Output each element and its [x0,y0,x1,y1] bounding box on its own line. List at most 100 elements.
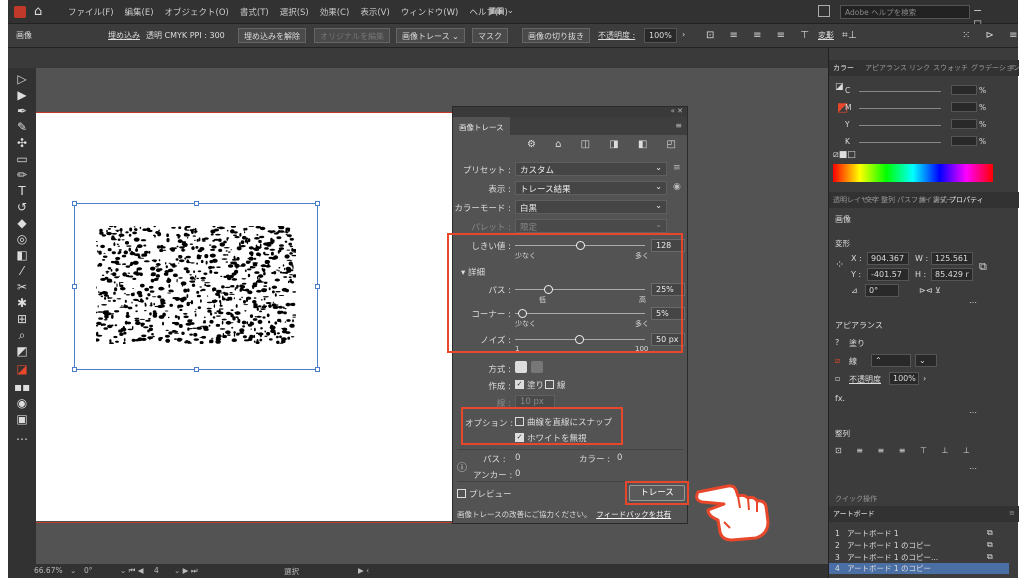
y-input[interactable] [951,119,977,129]
align-icons[interactable]: ⊡ ≡ ≡ ≡ ⊤ ⊥ ⊥ [706,30,863,41]
tab-character[interactable]: 文字 [865,195,879,205]
menu-effect[interactable]: 効果(C) [320,6,350,18]
anchor-tool-icon[interactable]: ✣ [14,136,30,150]
pen-tool-icon[interactable]: ✒ [14,104,30,118]
w-input[interactable]: 125.561 [931,252,973,265]
screen-mode-icon[interactable]: ▣ [14,412,30,426]
x-input[interactable]: 904.367 [867,252,909,265]
more-options-icon[interactable]: ⋯ [969,298,977,307]
resize-handle[interactable] [315,201,320,206]
more-options-icon[interactable]: ⋯ [969,408,977,417]
color-mode-icon[interactable]: ▪▪ [14,380,30,394]
crop-image-button[interactable]: 画像の切り抜き [522,28,590,43]
menu-view[interactable]: 表示(V) [360,6,389,18]
create-stroke-checkbox[interactable] [545,380,554,389]
stroke-weight-input[interactable]: ⌃ [871,354,911,367]
artboard-options-icon[interactable]: ⧉ [987,540,993,550]
eye-icon[interactable]: ◉ [673,182,681,192]
artboard-row-2[interactable]: 2 アートボード 1 のコピー [835,540,931,551]
chevron-right-icon[interactable]: › [923,374,926,383]
workspace-switcher-icon[interactable]: ▦▦ ⌄ [488,6,514,16]
preset-icons[interactable]: ⚙ ⌂ ◫ ◨ ◧ ◰ [527,139,684,150]
more-tools-icon[interactable]: ⋯ [14,432,30,446]
fill-swatch-icon[interactable]: ◪ [835,82,844,92]
opacity-input[interactable]: 100% [889,372,919,385]
arrange-documents-icon[interactable] [818,5,830,17]
angle-input[interactable]: 0° [865,284,899,297]
resize-handle[interactable] [194,201,199,206]
preview-checkbox[interactable] [457,489,466,498]
panel-menu-icon[interactable]: ≡ [1009,63,1015,71]
opacity-input[interactable]: 100% [644,28,677,43]
stroke-weight-dropdown[interactable]: ⌄ [915,354,937,367]
menu-file[interactable]: ファイル(F) [68,6,114,18]
panel-menu-icon[interactable]: ≡ [675,121,682,130]
m-input[interactable] [951,102,977,112]
more-options-icon[interactable]: ⋯ [969,464,977,473]
resize-handle[interactable] [72,367,77,372]
panel-icons[interactable]: ⁙ ⊳ ≡ [962,30,1024,41]
artboard-row-3[interactable]: 3 アートボード 1 のコピー... [835,552,938,563]
menu-window[interactable]: ウィンドウ(W) [401,6,459,18]
color-spectrum[interactable] [833,164,993,182]
home-icon[interactable]: ⌂ [34,4,42,19]
panel-titlebar[interactable]: « ✕ [453,107,687,117]
c-input[interactable] [951,85,977,95]
zoom-level[interactable]: 66.67% [34,566,63,575]
zoom-tool-icon[interactable]: ⌕ [14,328,30,343]
tab-format[interactable]: 書式 [933,195,947,205]
tab-stroke[interactable]: 線 [919,195,926,205]
feedback-link[interactable]: フィードバックを共有 [596,510,671,519]
shape-builder-tool-icon[interactable]: ◧ [14,248,30,262]
play-icon[interactable]: ▶ ‹ [358,566,369,575]
method-overlapping-icon[interactable] [531,361,543,373]
color-mode-dropdown[interactable]: 白黒 ⌄ [515,200,667,214]
type-tool-icon[interactable]: T [14,184,30,198]
create-fill-checkbox[interactable]: ✓ [515,380,524,389]
align-buttons[interactable]: ⊡ ≡ ≡ ≡ ⊤ ⊥ ⊥ [835,446,976,455]
tab-properties[interactable]: プロパティ [949,195,984,205]
selection-tool-icon[interactable]: ▷ [14,72,30,86]
curvature-tool-icon[interactable]: ✎ [14,120,30,134]
tab-artboards[interactable]: アートボード [833,509,875,519]
unembed-button[interactable]: 埋め込みを解除 [238,28,306,43]
fill-stroke-icon[interactable]: ◪ [14,362,30,376]
tab-image-trace[interactable]: 画像トレース [453,117,510,135]
palette-dropdown[interactable]: 限定 ⌄ [515,219,667,233]
placed-noise-image[interactable] [96,226,296,344]
resize-handle[interactable] [315,367,320,372]
artboard-nav-icons[interactable]: ⌄ ⏮ ◀ [120,566,144,576]
artboard-options-icon[interactable]: ⧉ [987,528,993,538]
rotate-tool-icon[interactable]: ↺ [14,200,30,214]
fill-icon[interactable]: ? [835,338,839,347]
eyedropper-tool-icon[interactable]: ⁄ [14,264,30,278]
close-icon[interactable]: « ✕ [671,107,683,115]
mask-button[interactable]: マスク [472,28,508,43]
menu-edit[interactable]: 編集(E) [125,6,154,18]
y-slider[interactable] [859,125,941,126]
edit-original-button[interactable]: オリジナルを編集 [314,28,390,43]
resize-handle[interactable] [72,284,77,289]
artboard-number[interactable]: 4 [154,566,159,575]
transform-icon[interactable]: ⌗ [842,30,848,41]
y-input[interactable]: -401.57 [867,268,909,281]
artboard-row-1[interactable]: 1 アートボード 1 [835,528,899,539]
symbol-sprayer-tool-icon[interactable]: ✱ [14,296,30,310]
fill-stroke-swap-icon[interactable]: ◩ [14,344,30,358]
artboard-row-4[interactable]: 4 アートボード 1 のコピー [829,563,1009,574]
tab-swatches[interactable]: スウォッチ [933,63,968,73]
transform-link[interactable]: 変形 [818,30,834,41]
opacity-label[interactable]: 不透明度 [849,374,881,385]
tab-align[interactable]: 整列 [881,195,895,205]
embedded-link[interactable]: 埋め込み [108,30,140,41]
link-proportions-icon[interactable]: ⧉ [979,260,987,274]
fx-button[interactable]: fx. [835,394,845,403]
resize-handle[interactable] [72,201,77,206]
chevron-right-icon[interactable]: › [682,30,685,39]
preset-menu-icon[interactable]: ≡ [673,163,681,173]
menu-type[interactable]: 書式(T) [240,6,269,18]
help-search-input[interactable]: Adobe ヘルプを検索 [840,5,970,19]
menu-select[interactable]: 選択(S) [280,6,309,18]
method-abutting-icon[interactable] [515,361,527,373]
eraser-tool-icon[interactable]: ◆ [14,216,30,230]
